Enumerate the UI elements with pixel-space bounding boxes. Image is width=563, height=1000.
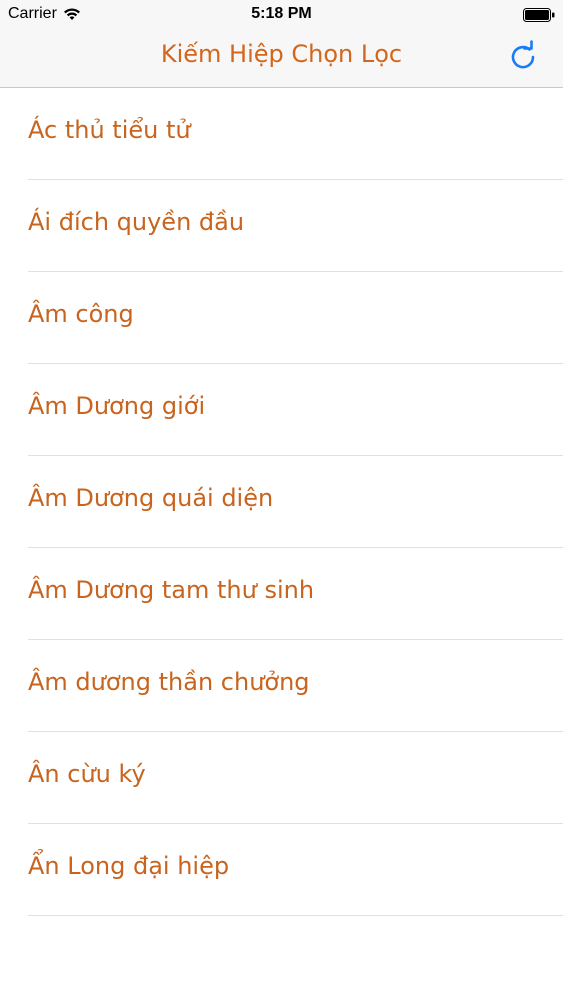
list-item-label: Âm Dương quái diện [28, 484, 274, 512]
list-item-label: Âm công [28, 300, 134, 328]
list-item[interactable]: Âm dương thần chưởng [0, 640, 563, 732]
list-item[interactable]: Âm Dương quái diện [0, 456, 563, 548]
list-item-label: Âm Dương giới [28, 392, 206, 420]
list-item-label: Ái đích quyền đầu [28, 208, 245, 236]
status-bar: Carrier 5:18 PM [0, 0, 563, 30]
list-item[interactable]: Âm Dương tam thư sinh [0, 548, 563, 640]
list-item-label: Ẩn Long đại hiệp [28, 852, 230, 880]
battery-icon [523, 8, 555, 22]
status-time: 5:18 PM [251, 5, 312, 22]
list-item-label: Âm dương thần chưởng [28, 668, 310, 696]
list-item-label: Ân cừu ký [28, 760, 146, 788]
page-title: Kiếm Hiệp Chọn Lọc [160, 40, 403, 68]
list-item[interactable]: Ẩn Long đại hiệp [0, 824, 563, 916]
list-item[interactable]: Ái đích quyền đầu [0, 180, 563, 272]
refresh-button[interactable] [507, 40, 539, 72]
list-item[interactable]: Ân cừu ký [0, 732, 563, 824]
refresh-icon [511, 40, 535, 69]
list-item-label: Âm Dương tam thư sinh [28, 576, 315, 604]
list-item-label: Ác thủ tiểu tử [28, 116, 191, 144]
list-item[interactable]: Âm công [0, 272, 563, 364]
story-list: Ác thủ tiểu tử Ái đích quyền đầu Âm công… [0, 88, 563, 916]
list-item[interactable]: Ác thủ tiểu tử [0, 88, 563, 180]
list-item[interactable]: Âm Dương giới [0, 364, 563, 456]
navigation-bar: Kiếm Hiệp Chọn Lọc [0, 30, 563, 88]
